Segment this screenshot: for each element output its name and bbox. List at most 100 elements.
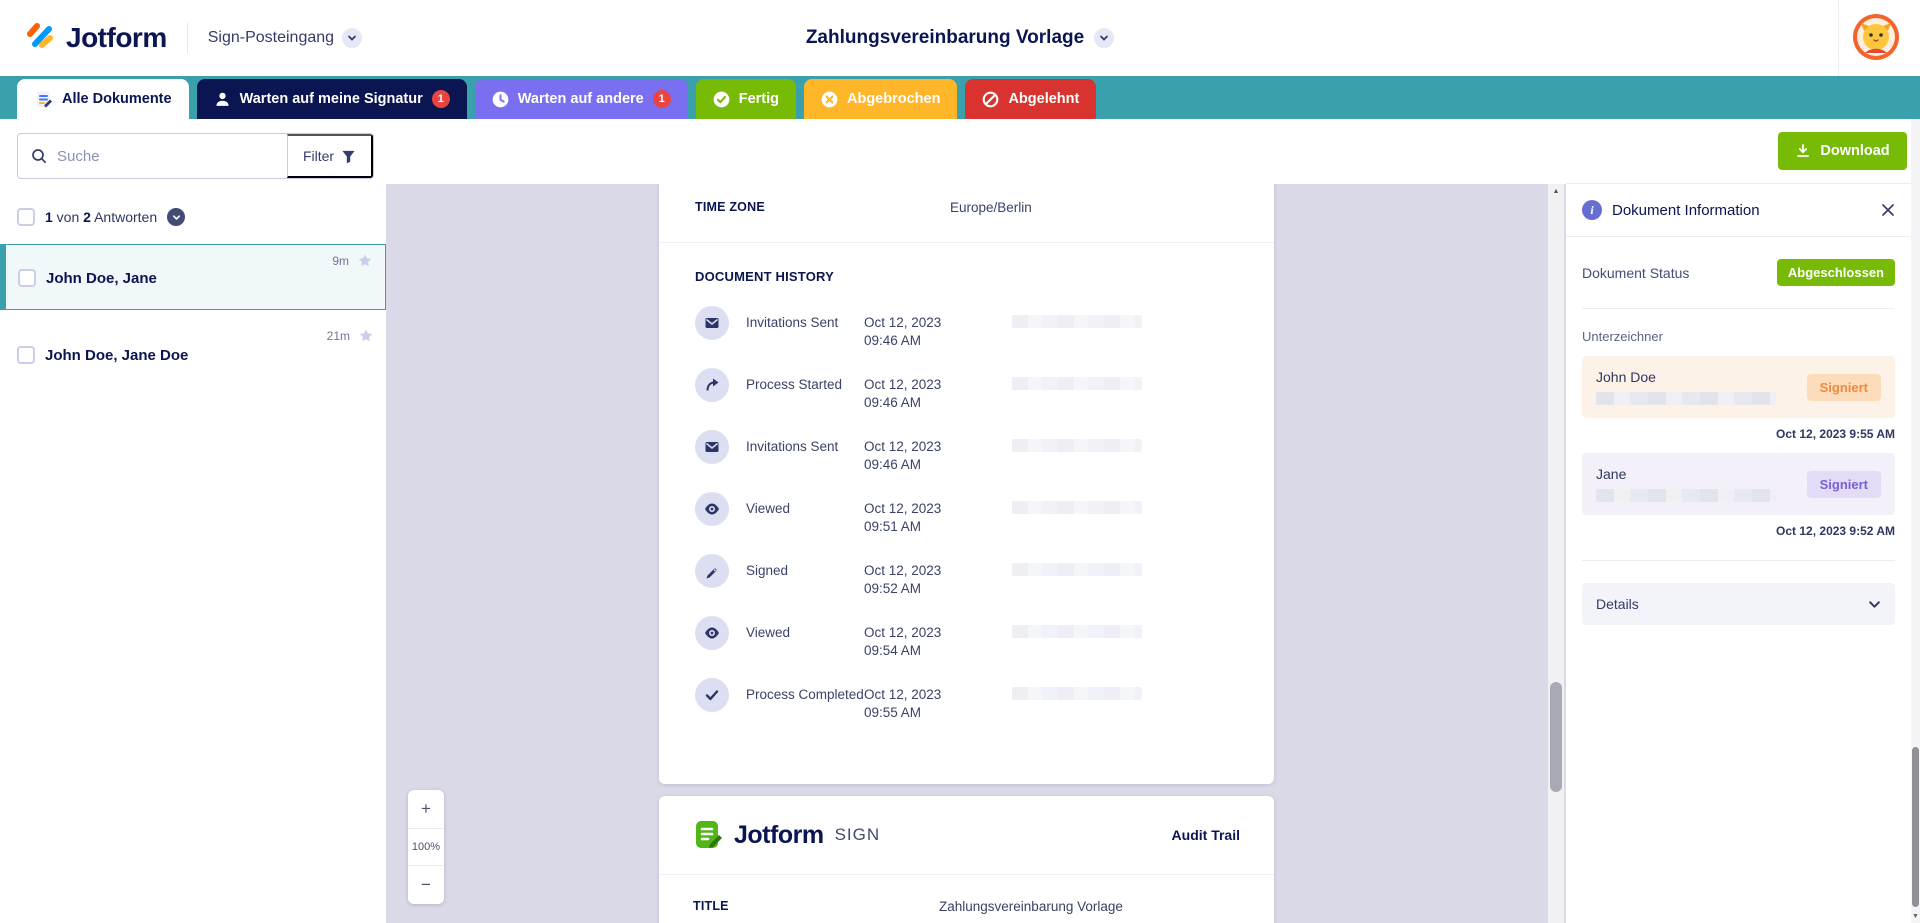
redacted-text [972, 492, 1142, 514]
history-datetime: Oct 12, 2023 09:54 AM [864, 625, 942, 658]
details-label: Details [1596, 596, 1639, 612]
star-icon[interactable] [358, 328, 374, 344]
title-label: TITLE [693, 899, 729, 913]
status-label: Dokument Status [1582, 264, 1690, 281]
zoom-in-button[interactable]: + [408, 790, 444, 828]
header-divider [186, 23, 188, 53]
select-all-checkbox[interactable] [17, 208, 35, 226]
header-right-divider [1838, 0, 1839, 76]
item-checkbox[interactable] [18, 269, 36, 287]
tab-warten-auf-meine-signatur[interactable]: Warten auf meine Signatur 1 [196, 79, 467, 119]
zoom-out-button[interactable]: − [408, 866, 444, 904]
search-input[interactable] [57, 147, 237, 165]
history-datetime: Oct 12, 2023 09:51 AM [864, 501, 942, 534]
item-checkbox[interactable] [17, 346, 35, 364]
redacted-email [1596, 489, 1776, 502]
download-icon [1797, 144, 1810, 157]
history-event: Viewed [746, 625, 791, 640]
download-button[interactable]: Download [1778, 132, 1907, 170]
page-scrollbar-thumb[interactable] [1912, 747, 1919, 907]
document-viewer: TIME ZONE Europe/Berlin DOCUMENT HISTORY… [386, 119, 1566, 923]
signed-timestamp: Oct 12, 2023 9:52 AM [1776, 524, 1895, 538]
jotform-logo[interactable]: Jotform [22, 21, 167, 55]
scroll-down-arrow[interactable]: ▼ [1911, 911, 1920, 923]
zoom-widget: + 100% − [408, 790, 444, 904]
viewer-toolbar [386, 119, 1566, 184]
title-value: Zahlungsvereinbarung Vorlage [939, 899, 1123, 914]
history-event: Signed [746, 563, 789, 578]
filter-button[interactable]: Filter [287, 134, 373, 178]
check-circle-icon [713, 91, 730, 107]
redacted-text [972, 616, 1142, 638]
tab-abgelehnt[interactable]: Abgelehnt [965, 79, 1097, 119]
viewer-scrollbar-thumb[interactable] [1550, 682, 1562, 792]
history-datetime: Oct 12, 2023 09:46 AM [864, 377, 942, 410]
check-icon [695, 678, 729, 712]
history-row: Invitations Sent Oct 12, 2023 09:46 AM [695, 430, 1238, 477]
item-age: 21m [326, 329, 350, 343]
inbox-switcher[interactable]: Sign-Posteingang [207, 28, 363, 48]
history-title: DOCUMENT HISTORY [695, 269, 834, 284]
status-badge: Abgeschlossen [1776, 259, 1895, 286]
scroll-up-arrow[interactable]: ▲ [1548, 184, 1564, 199]
list-item-john-doe-jane[interactable]: 9m John Doe, Jane [0, 244, 386, 310]
documents-sidebar: Filter 1 von 2 Antworten 9m [0, 119, 386, 923]
tab-label: Warten auf meine Signatur [239, 91, 423, 107]
clock-icon [492, 91, 509, 107]
signer-card-jane: Jane Signiert [1582, 453, 1895, 515]
timezone-value: Europe/Berlin [950, 200, 1032, 215]
tab-fertig[interactable]: Fertig [695, 79, 796, 119]
details-expander[interactable]: Details [1582, 583, 1895, 625]
history-row: Viewed Oct 12, 2023 09:54 AM [695, 616, 1238, 663]
info-column: Download i Dokument Information Dokument… [1566, 119, 1911, 923]
history-row: Invitations Sent Oct 12, 2023 09:46 AM [695, 306, 1238, 353]
title-chevron-down-icon[interactable] [1094, 28, 1115, 48]
tab-count-badge: 1 [431, 90, 450, 108]
history-event: Process Started [746, 377, 843, 392]
redacted-email [1596, 392, 1776, 405]
forward-arrow-icon [695, 368, 729, 402]
documents-icon [37, 91, 52, 107]
item-name: John Doe, Jane Doe [45, 346, 189, 364]
app-header: Jotform Sign-Posteingang Zahlungsvereinb… [0, 0, 1920, 76]
tab-label: Abgelehnt [1008, 91, 1080, 107]
info-icon: i [1582, 200, 1602, 220]
tab-abgebrochen[interactable]: Abgebrochen [804, 79, 958, 119]
tab-alle-dokumente[interactable]: Alle Dokumente [17, 79, 189, 119]
history-event: Process Completed [746, 687, 864, 702]
close-icon[interactable] [1881, 203, 1895, 217]
document-title: Zahlungsvereinbarung Vorlage [805, 27, 1085, 48]
redacted-text [972, 554, 1142, 576]
signed-timestamp: Oct 12, 2023 9:55 AM [1776, 427, 1895, 441]
jotform-sign-icon [696, 821, 722, 848]
sign-brand: Jotform [734, 820, 824, 849]
redacted-text [972, 430, 1142, 452]
jotform-sign-logo: Jotform SIGN [693, 819, 880, 851]
tab-warten-auf-andere[interactable]: Warten auf andere 1 [474, 79, 688, 119]
list-item-john-doe-jane-doe[interactable]: 21m John Doe, Jane Doe [0, 320, 386, 385]
star-icon[interactable] [357, 253, 373, 269]
tab-count-badge: 1 [652, 90, 671, 108]
history-list: Invitations Sent Oct 12, 2023 09:46 AM Pr… [695, 306, 1238, 725]
viewer-scrollbar[interactable]: ▲ [1548, 184, 1564, 923]
history-datetime: Oct 12, 2023 09:55 AM [864, 687, 942, 720]
history-row: Signed Oct 12, 2023 09:52 AM [695, 554, 1238, 601]
tab-label: Alle Dokumente [62, 91, 172, 107]
filter-label: Filter [302, 148, 335, 164]
history-event: Invitations Sent [746, 439, 839, 454]
download-label: Download [1820, 143, 1890, 159]
tab-label: Abgebrochen [847, 91, 941, 107]
page-scrollbar[interactable]: ▼ [1911, 119, 1920, 923]
blocked-icon [983, 91, 999, 107]
document-information-panel: i Dokument Information Dokument Status A… [1566, 184, 1911, 625]
inbox-label: Sign-Posteingang [207, 29, 335, 46]
signers-label: Unterzeichner [1582, 329, 1663, 344]
panel-title: Dokument Information [1612, 201, 1760, 219]
summary-chevron-icon[interactable] [167, 208, 186, 226]
envelope-icon [695, 306, 729, 340]
signed-badge: Signiert [1806, 470, 1881, 498]
status-tabbar: Alle Dokumente Warten auf meine Signatur… [0, 76, 1920, 119]
eye-icon [695, 492, 729, 526]
signer-name: Jane [1596, 466, 1627, 482]
avatar[interactable] [1852, 13, 1900, 61]
